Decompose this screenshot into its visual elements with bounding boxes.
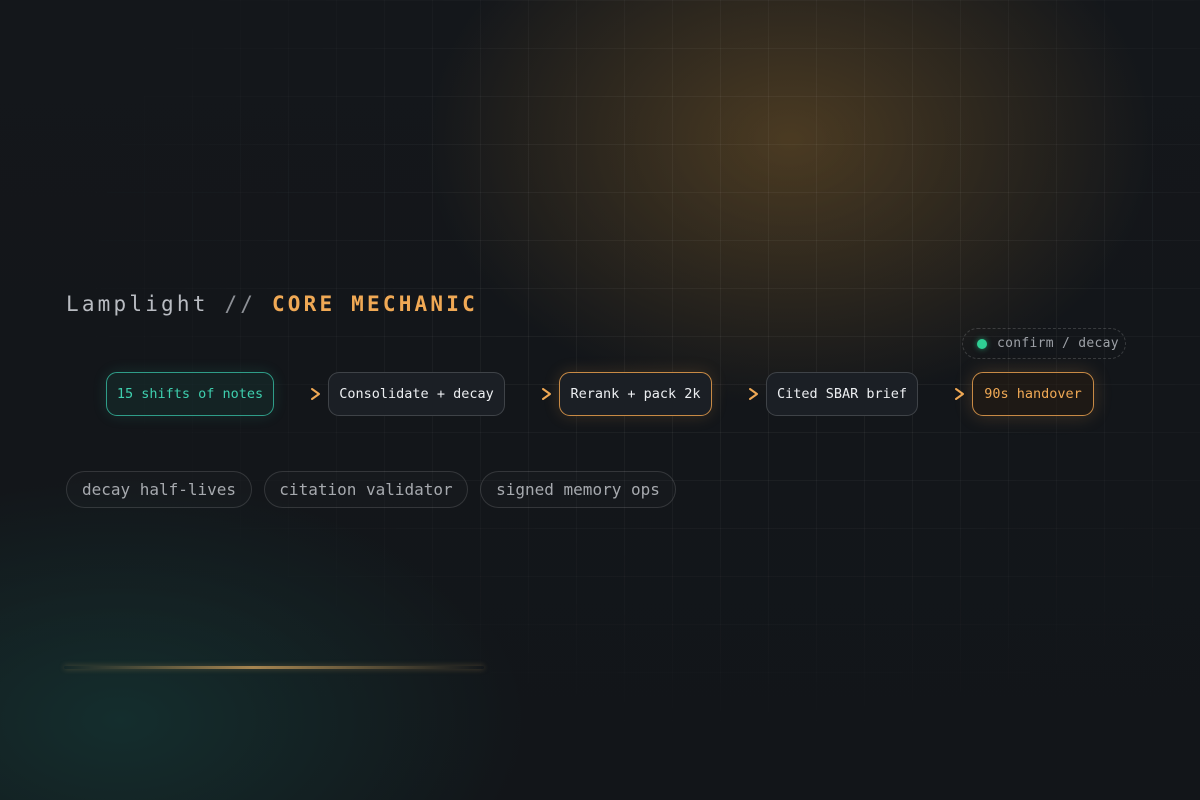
pipeline-step-label: 15 shifts of notes: [116, 386, 264, 402]
pipeline-step-label: Cited SBAR brief: [776, 386, 908, 402]
decorative-glow-line: [64, 666, 484, 669]
feature-chip-label: citation validator: [279, 480, 453, 499]
pipeline-step-label: Consolidate + decay: [339, 386, 494, 402]
pipeline-step-label: 90s handover: [984, 386, 1082, 402]
status-badge: confirm / decay: [962, 328, 1126, 359]
product-name: Lamplight: [66, 292, 209, 316]
feature-chip-decay: decay half-lives: [66, 471, 252, 508]
feature-chip-citation: citation validator: [264, 471, 468, 508]
flow-arrow-icon: [721, 388, 758, 400]
pipeline-step-label: Rerank + pack 2k: [570, 386, 701, 402]
status-dot-icon: [977, 338, 987, 349]
title-separator: //: [224, 292, 257, 316]
pipeline-step-handover: 90s handover: [972, 372, 1094, 416]
pipeline-step-brief: Cited SBAR brief: [766, 372, 918, 416]
pipeline-step-rerank: Rerank + pack 2k: [559, 372, 712, 416]
flow-arrow-icon: [283, 388, 320, 400]
feature-chip-label: decay half-lives: [81, 480, 237, 499]
flow-arrow-icon: [927, 388, 964, 400]
status-label: confirm / decay: [997, 336, 1119, 351]
flow-arrow-icon: [514, 388, 551, 400]
diagram-canvas: Lamplight // CORE MECHANIC confirm / dec…: [0, 0, 1200, 800]
pipeline-step-consolidate: Consolidate + decay: [328, 372, 505, 416]
page-title: Lamplight // CORE MECHANIC: [66, 292, 478, 316]
section-name: CORE MECHANIC: [271, 292, 478, 316]
pipeline-step-notes: 15 shifts of notes: [106, 372, 274, 416]
feature-chip-label: signed memory ops: [496, 480, 660, 499]
feature-chip-signed-ops: signed memory ops: [480, 471, 676, 508]
